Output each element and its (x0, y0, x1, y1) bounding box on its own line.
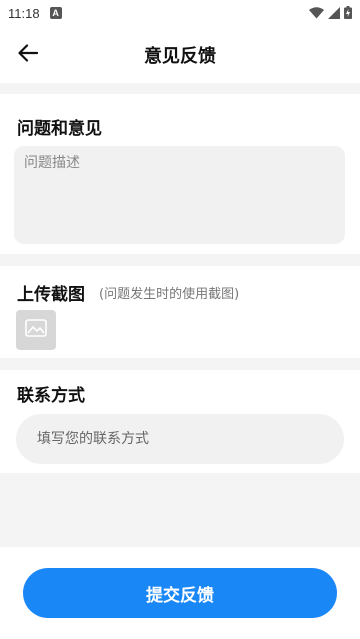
upload-section: 上传截图 (问题发生时的使用截图) (0, 266, 360, 358)
status-time: 11:18 (8, 5, 40, 21)
problem-description-input[interactable] (14, 146, 345, 244)
upload-heading: 上传截图 (17, 285, 85, 305)
contact-section: 联系方式 (0, 370, 360, 473)
upload-screenshot-button[interactable] (16, 310, 56, 350)
notification-badge-icon: A (49, 7, 62, 19)
battery-icon (344, 4, 352, 23)
feedback-heading: 问题和意见 (17, 119, 102, 139)
contact-input[interactable] (16, 414, 344, 464)
signal-icon (328, 4, 340, 23)
app-bar: 意见反馈 (0, 26, 360, 83)
upload-hint: (问题发生时的使用截图) (99, 287, 240, 302)
feedback-section: 问题和意见 (0, 94, 360, 254)
page-title: 意见反馈 (144, 46, 216, 67)
bottom-bar: 提交反馈 (0, 547, 360, 639)
submit-feedback-button[interactable]: 提交反馈 (23, 568, 337, 618)
image-placeholder-icon (25, 319, 47, 341)
wifi-icon (309, 4, 324, 23)
status-icons (309, 4, 352, 23)
status-bar: 11:18 A (0, 0, 360, 26)
contact-heading: 联系方式 (17, 386, 85, 406)
feedback-screen: 11:18 A 意见反馈 问题和意见 问题描述 上传截图 (问题发生时的使用截图… (0, 0, 360, 639)
